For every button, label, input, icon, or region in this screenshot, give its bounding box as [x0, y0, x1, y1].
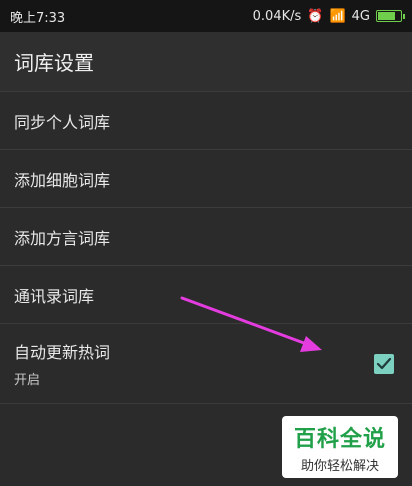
- auto-update-label: 自动更新热词: [14, 343, 111, 362]
- check-icon: [376, 357, 392, 369]
- settings-list: 同步个人词库 添加细胞词库 添加方言词库 通讯录词库 自动更新热词 开启: [0, 92, 412, 404]
- page-title: 词库设置: [14, 51, 94, 75]
- alarm-icon: ⏰: [307, 8, 324, 24]
- list-item-auto-update[interactable]: 自动更新热词 开启: [0, 324, 412, 404]
- list-item-sync-personal[interactable]: 同步个人词库: [0, 92, 412, 150]
- list-item-label: 添加细胞词库: [14, 170, 111, 190]
- auto-update-status: 开启: [14, 373, 41, 388]
- list-item-add-dialect[interactable]: 添加方言词库: [0, 208, 412, 266]
- list-item-contacts[interactable]: 通讯录词库: [0, 266, 412, 324]
- app-bar: 词库设置: [0, 32, 412, 92]
- battery-icon: [376, 10, 405, 22]
- status-time: 晚上7:33: [10, 10, 66, 26]
- status-icons: 0.04K/s ⏰ 📶 4G: [252, 8, 405, 24]
- watermark-title: 百科全说: [293, 426, 386, 452]
- list-item-add-cell[interactable]: 添加细胞词库: [0, 150, 412, 208]
- list-item-label: 添加方言词库: [14, 228, 111, 248]
- signal-icon: 📶: [329, 8, 346, 24]
- list-item-label: 通讯录词库: [14, 286, 95, 306]
- list-item-label: 同步个人词库: [14, 112, 111, 132]
- auto-update-checkbox[interactable]: [374, 353, 394, 374]
- network-type: 4G: [351, 8, 370, 24]
- network-speed: 0.04K/s: [252, 8, 302, 24]
- watermark-logo: 百科全说 助你轻松解决: [282, 416, 398, 478]
- status-bar: 晚上7:33 0.04K/s ⏰ 📶 4G: [0, 0, 412, 32]
- watermark-subtitle: 助你轻松解决: [300, 458, 379, 474]
